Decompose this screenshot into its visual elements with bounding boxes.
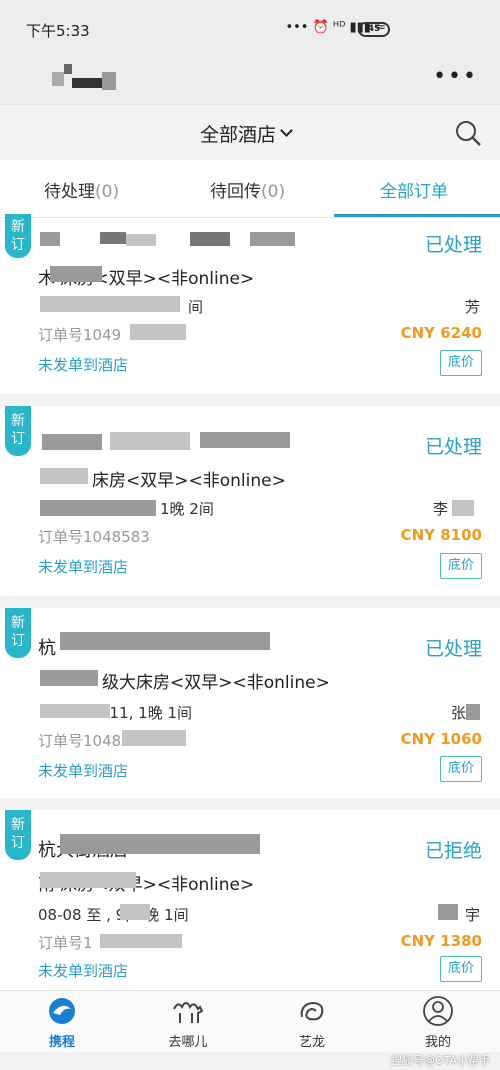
blurred-hotel-name xyxy=(100,232,126,244)
order-number: 订单号1049 xyxy=(38,326,122,344)
bottom-tab-label: 艺龙 xyxy=(298,1035,325,1050)
stay-info: 间 xyxy=(188,298,204,316)
blurred-stay xyxy=(40,704,110,718)
blurred-guest xyxy=(438,904,458,920)
order-status: 已处理 xyxy=(424,638,482,660)
stay-info: 08-08 至 , 9, 1晚 1间 xyxy=(38,906,189,924)
stay-info: 1晚 2间 xyxy=(160,500,214,518)
order-price: CNY 1380 xyxy=(400,932,482,950)
blurred-stay xyxy=(40,296,180,312)
camel-icon xyxy=(173,1002,204,1023)
hotel-selector[interactable]: 全部酒店 xyxy=(200,120,293,147)
blurred-hotel-name xyxy=(250,232,295,246)
order-number: 订单号1048 xyxy=(38,732,122,750)
order-status: 已处理 xyxy=(424,234,482,256)
tab-awaiting-return[interactable]: 待回传(0) xyxy=(210,177,285,202)
guest-name: 宇 xyxy=(464,906,480,924)
blurred-hotel-name xyxy=(110,432,190,450)
order-price: CNY 1060 xyxy=(400,730,482,748)
tab-awaiting-count: (0) xyxy=(261,182,286,202)
bottom-tab-bar: 携程 去哪儿 艺龙 我的 xyxy=(0,990,500,1052)
search-icon[interactable] xyxy=(454,119,482,147)
low-price-tag: 底价 xyxy=(440,553,482,579)
guest-name: 李 xyxy=(432,500,448,518)
bottom-tab-ctrip[interactable]: 携程 xyxy=(22,995,102,1050)
order-number: 订单号1 xyxy=(38,934,93,952)
order-number: 订单号1048583 xyxy=(38,528,150,546)
room-type: 床房<双早><非online> xyxy=(92,471,286,491)
dragon-icon xyxy=(300,1001,324,1021)
mini-header: ••• xyxy=(0,58,500,104)
new-order-badge: 新订 xyxy=(5,214,31,258)
blurred-stay xyxy=(120,904,150,920)
hotel-selector-label: 全部酒店 xyxy=(200,124,277,146)
guest-name: 张 xyxy=(450,704,466,722)
bottom-tab-label: 携程 xyxy=(48,1035,75,1050)
blurred-order-number xyxy=(130,324,186,340)
status-time: 下午5:33 xyxy=(26,22,90,40)
more-menu-button[interactable]: ••• xyxy=(433,64,478,89)
blurred-hotel-name xyxy=(42,434,102,450)
blurred-guest xyxy=(466,704,480,720)
room-type: 级大床房<双早><非online> xyxy=(102,673,330,693)
blurred-hotel-name xyxy=(60,632,270,650)
watermark: 搜狐号@OTA小帮手 xyxy=(390,1054,490,1067)
order-card[interactable]: 新订 杭大街酒店 已拒绝 南 床房<双早><非online> 08-08 至 ,… xyxy=(0,810,500,990)
hotel-send-status: 未发单到酒店 xyxy=(38,762,129,780)
tab-pending-count: (0) xyxy=(95,182,120,202)
dolphin-icon xyxy=(49,998,75,1024)
tab-all-label: 全部订单 xyxy=(380,182,448,202)
low-price-tag: 底价 xyxy=(440,956,482,982)
hotel-send-status: 未发单到酒店 xyxy=(38,962,129,980)
blurred-room xyxy=(40,468,88,484)
blurred-hotel-name xyxy=(126,234,156,246)
status-bar: 下午5:33 ••• ⏰ ᴴᴰ ▮▮▮ ≈ 45 xyxy=(0,0,500,58)
blurred-room xyxy=(40,670,98,686)
order-tabs: 待处理(0) 待回传(0) 全部订单 xyxy=(0,160,500,218)
bottom-tab-qunar[interactable]: 去哪儿 xyxy=(148,995,228,1050)
bottom-tab-label: 我的 xyxy=(424,1035,451,1050)
hotel-send-status: 未发单到酒店 xyxy=(38,558,129,576)
order-price: CNY 8100 xyxy=(400,526,482,544)
tab-all-orders[interactable]: 全部订单 xyxy=(380,177,448,202)
blurred-stay xyxy=(40,500,156,516)
blurred-order-number xyxy=(122,730,186,746)
blurred-guest xyxy=(452,500,474,516)
blurred-order-number xyxy=(100,934,182,948)
active-tab-indicator xyxy=(334,214,500,217)
tab-pending-label: 待处理 xyxy=(44,182,95,202)
low-price-tag: 底价 xyxy=(440,756,482,782)
new-order-badge: 新订 xyxy=(5,406,31,456)
guest-name: 芳 xyxy=(464,298,480,316)
title-bar: 全部酒店 xyxy=(0,104,500,160)
blurred-account-name xyxy=(52,64,132,96)
order-status: 已拒绝 xyxy=(424,840,482,862)
battery-icon: 45 xyxy=(358,22,390,37)
blurred-room xyxy=(40,872,136,888)
blurred-hotel-name xyxy=(200,432,290,448)
blurred-room xyxy=(50,266,102,282)
order-card[interactable]: 新订 已处理 木 床房<双早><非online> 间 芳 订单号1049 CNY… xyxy=(0,214,500,394)
new-order-badge: 新订 xyxy=(5,608,31,658)
tab-pending[interactable]: 待处理(0) xyxy=(44,177,119,202)
chevron-down-icon xyxy=(280,124,293,137)
bottom-tab-elong[interactable]: 艺龙 xyxy=(272,995,352,1050)
new-order-badge: 新订 xyxy=(5,810,31,860)
blurred-hotel-name xyxy=(190,232,230,246)
stay-info: . 11, 1晚 1间 xyxy=(100,704,193,722)
hotel-send-status: 未发单到酒店 xyxy=(38,356,129,374)
order-price: CNY 6240 xyxy=(400,324,482,342)
tab-awaiting-label: 待回传 xyxy=(210,182,261,202)
blurred-hotel-name xyxy=(40,232,60,246)
order-card[interactable]: 新订 已处理 床房<双早><非online> 1晚 2间 李 订单号104858… xyxy=(0,406,500,596)
blurred-hotel-name xyxy=(60,834,260,854)
order-status: 已处理 xyxy=(424,436,482,458)
low-price-tag: 底价 xyxy=(440,350,482,376)
order-card[interactable]: 新订 杭 已处理 级大床房<双早><非online> . 11, 1晚 1间 张… xyxy=(0,608,500,798)
hotel-name: 杭 xyxy=(38,638,56,659)
user-icon xyxy=(423,996,453,1026)
bottom-tab-label: 去哪儿 xyxy=(168,1035,208,1050)
bottom-tab-mine[interactable]: 我的 xyxy=(398,995,478,1050)
